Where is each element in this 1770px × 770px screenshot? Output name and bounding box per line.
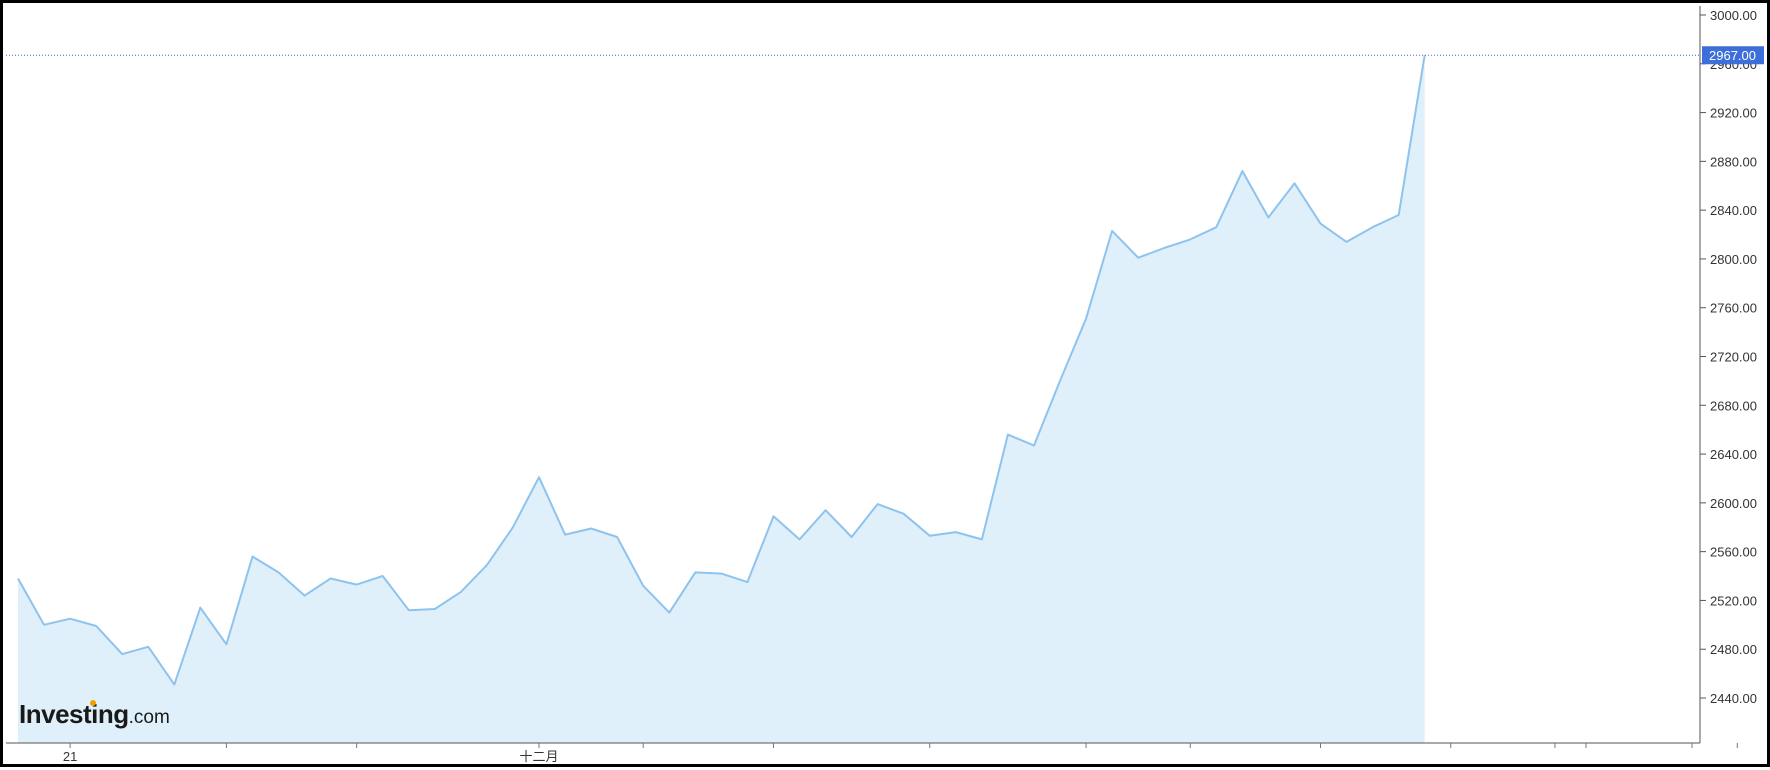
logo-dot-icon [90,700,96,706]
y-tick-label: 2600.00 [1710,496,1757,511]
y-tick-label: 2560.00 [1710,545,1757,560]
chart-frame: 2440.00 2480.00 2520.00 2560.00 2600.00 2640.… [0,0,1770,767]
area-fill [18,55,1425,743]
y-tick-label: 2520.00 [1710,593,1757,608]
y-tick-label: 2720.00 [1710,350,1757,365]
price-chart[interactable]: 2440.00 2480.00 2520.00 2560.00 2600.00 2640.… [3,3,1770,770]
y-tick-label: 2800.00 [1710,252,1757,267]
y-tick-label: 2640.00 [1710,447,1757,462]
logo-main-text: Investing [19,699,129,729]
x-tick-label: 十二月 [519,749,558,764]
price-tag-label: 2967.00 [1709,48,1756,63]
y-tick-label: 2760.00 [1710,301,1757,316]
price-tag-layer: 2967.00 [1702,46,1764,65]
y-tick-label: 2680.00 [1710,398,1757,413]
y-tick-label: 2880.00 [1710,154,1757,169]
y-tick-label: 2480.00 [1710,642,1757,657]
y-tick-label: 3000.00 [1710,8,1757,23]
logo-suffix-text: .com [129,707,170,728]
x-tick-label: 21 [63,749,77,764]
y-tick-label: 2840.00 [1710,203,1757,218]
area-layer [6,54,1700,743]
y-tick-label: 2920.00 [1710,106,1757,121]
y-tick-label: 2440.00 [1710,691,1757,706]
